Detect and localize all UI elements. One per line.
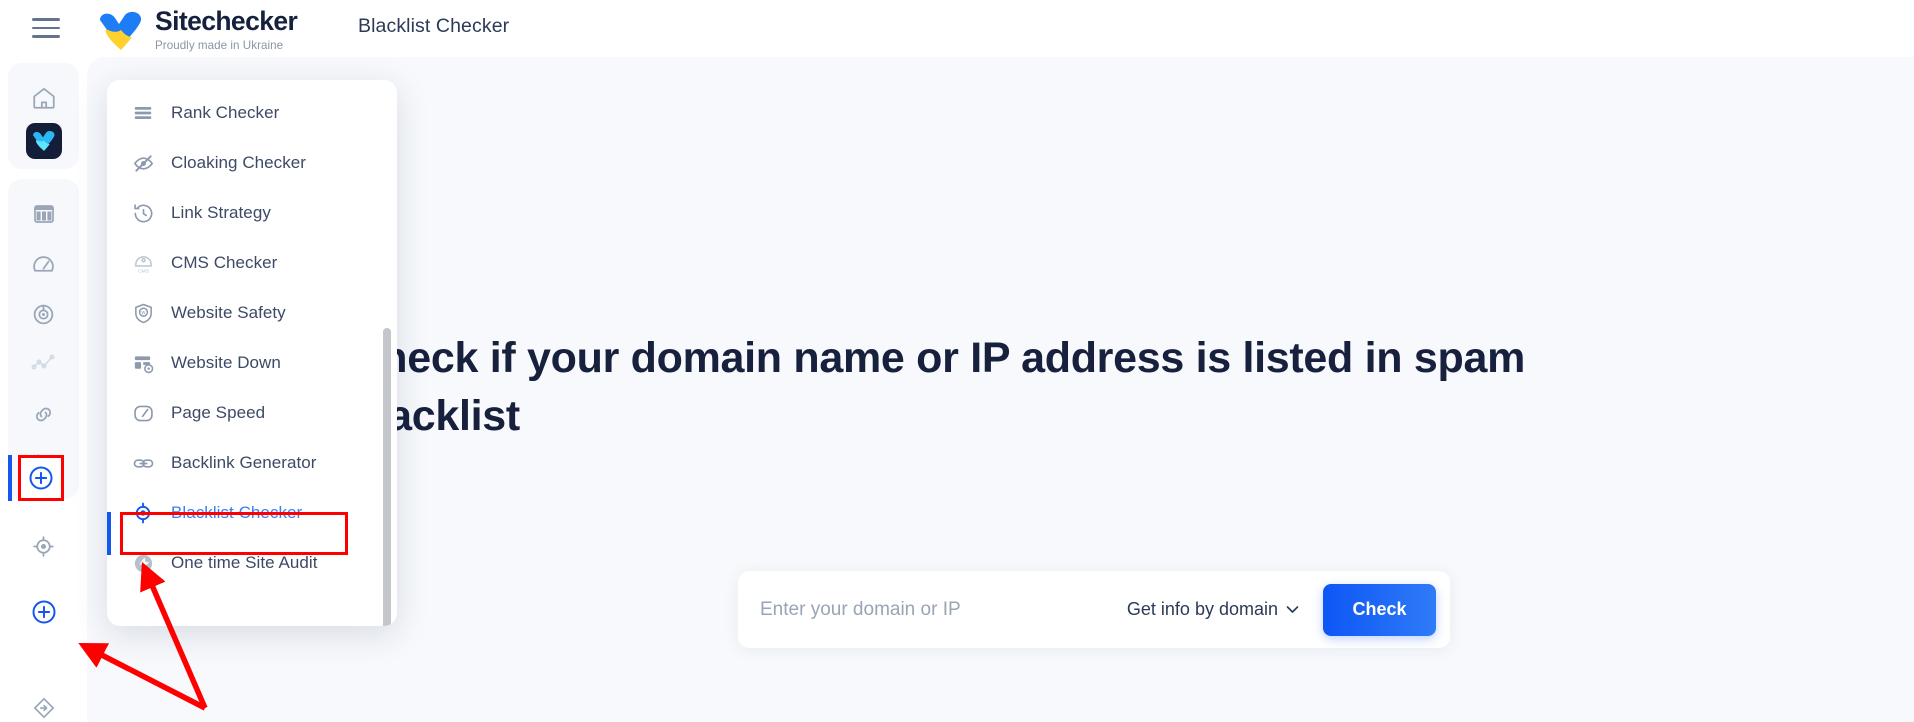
dropdown-item-label: Page Speed	[171, 403, 266, 422]
dropdown-item-label: Backlink Generator	[171, 453, 317, 472]
dropdown-item-blacklist-checker[interactable]: Blacklist Checker	[107, 488, 397, 538]
dropdown-item-hidden-top[interactable]	[107, 80, 397, 88]
speedometer-icon	[33, 255, 54, 272]
hamburger-line	[32, 18, 60, 21]
chevron-down-icon	[1286, 606, 1299, 613]
dropdown-item-label: Cloaking Checker	[171, 153, 306, 172]
domain-or-ip-input[interactable]	[756, 598, 1127, 621]
cms-icon: CMS	[131, 251, 155, 275]
table-columns-icon	[33, 205, 54, 223]
dropdown-item-rank-checker[interactable]: Rank Checker	[107, 88, 397, 138]
diamond-arrow-icon	[33, 697, 54, 719]
dropdown-item-page-speed[interactable]: Page Speed	[107, 388, 397, 438]
sidebar-item-rank-tracker[interactable]	[19, 289, 69, 339]
plus-circle-icon	[32, 600, 55, 624]
dropdown-vertical-scrollbar[interactable]	[383, 328, 391, 626]
svg-text:w: w	[140, 310, 145, 316]
sitechecker-logo-icon	[100, 11, 142, 50]
brand-logo[interactable]: Sitechecker Proudly made in Ukraine	[98, 6, 298, 52]
speedometer-icon	[131, 401, 155, 425]
hamburger-line	[32, 35, 60, 38]
blacklist-search-card: Get info by domain Check	[738, 571, 1450, 648]
dropdown-item-website-safety[interactable]: w Website Safety	[107, 288, 397, 338]
sidebar-item-site-structure[interactable]	[19, 189, 69, 239]
line-chart-icon	[31, 354, 54, 370]
dropdown-item-website-down[interactable]: Website Down	[107, 338, 397, 388]
dropdown-item-link-strategy[interactable]: Link Strategy	[107, 188, 397, 238]
shield-w-icon: w	[131, 301, 155, 325]
hamburger-line	[32, 26, 60, 30]
sidebar-group-tools	[8, 179, 79, 499]
sidebar-item-traffic-analytics[interactable]	[19, 339, 69, 389]
dropdown-item-label: Link Strategy	[171, 203, 271, 222]
sidebar-selection-bar	[8, 455, 12, 501]
link-icon	[35, 407, 52, 421]
plus-circle-icon	[29, 466, 53, 490]
sidebar-item-site-audit[interactable]	[25, 123, 62, 159]
sidebar-add-project-highlight	[18, 455, 64, 501]
dropdown-item-backlink-generator[interactable]: Backlink Generator	[107, 438, 397, 488]
dropdown-item-label: Website Safety	[171, 303, 286, 322]
rank-list-icon	[131, 101, 155, 125]
search-mode-label: Get info by domain	[1126, 599, 1278, 619]
eye-slash-icon	[131, 151, 155, 175]
check-button[interactable]: Check	[1323, 583, 1436, 636]
website-down-icon	[131, 351, 155, 375]
lightning-bolt-icon	[131, 551, 155, 575]
search-mode-dropdown[interactable]: Get info by domain	[1127, 599, 1299, 620]
sidebar-item-blacklist-checker[interactable]	[19, 521, 69, 571]
sidebar-group-actions	[0, 513, 87, 722]
dropdown-item-label: Rank Checker	[171, 103, 280, 122]
crosshair-icon	[33, 535, 54, 557]
svg-text:CMS: CMS	[137, 268, 149, 274]
dropdown-item-cms-checker[interactable]: CMS CMS Checker	[107, 238, 397, 288]
left-sidebar-rail	[0, 57, 87, 722]
history-clock-icon	[131, 201, 155, 225]
brand-name: Sitechecker	[155, 6, 298, 36]
top-bar: Sitechecker Proudly made in Ukraine Blac…	[0, 0, 1914, 57]
brand-tagline: Proudly made in Ukraine	[155, 38, 284, 52]
tools-dropdown-menu: Rank Checker Cloaking Checker Link Strat…	[107, 80, 397, 626]
sidebar-item-integrations[interactable]	[19, 683, 69, 722]
page-title: Blacklist Checker	[358, 15, 510, 37]
hero-title: Check if your domain name or IP address …	[350, 334, 1526, 440]
sidebar-group-primary	[8, 63, 79, 169]
sidebar-item-page-speed[interactable]	[19, 239, 69, 289]
dropdown-item-cloaking-checker[interactable]: Cloaking Checker	[107, 138, 397, 188]
sidebar-item-backlinks[interactable]	[19, 389, 69, 439]
dropdown-item-label: Blacklist Checker	[171, 503, 303, 522]
sidebar-item-home[interactable]	[19, 73, 69, 123]
checkmark-logo-icon	[32, 130, 54, 151]
tools-dropdown-list: Rank Checker Cloaking Checker Link Strat…	[107, 80, 397, 588]
home-icon	[32, 87, 55, 109]
hamburger-menu-icon[interactable]	[32, 18, 60, 38]
dropdown-item-label: Website Down	[171, 353, 281, 372]
dropdown-item-label: CMS Checker	[171, 253, 278, 272]
dropdown-item-label: One time Site Audit	[171, 553, 318, 572]
link-icon	[131, 451, 155, 475]
dropdown-item-one-time-site-audit[interactable]: One time Site Audit	[107, 538, 397, 588]
sidebar-item-add-project[interactable]	[19, 587, 69, 637]
target-rank-icon	[33, 304, 54, 324]
dropdown-selection-bar	[107, 512, 111, 555]
app-root: Sitechecker Proudly made in Ukraine Blac…	[0, 0, 1914, 722]
crosshair-target-icon	[131, 501, 155, 525]
